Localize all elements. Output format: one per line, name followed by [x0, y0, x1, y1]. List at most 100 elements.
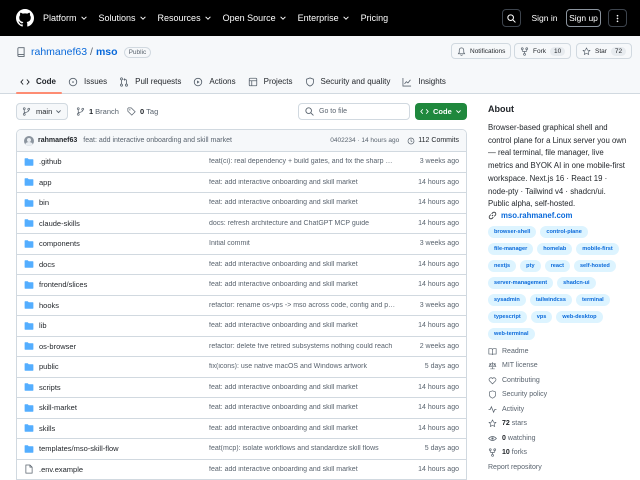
branch-selector[interactable]: main — [16, 103, 68, 120]
file-name[interactable]: public — [39, 362, 209, 371]
file-commit-message[interactable]: feat: add interactive onboarding and ski… — [209, 466, 404, 473]
fork-button[interactable]: Fork 10 — [514, 43, 572, 59]
homepage-link[interactable]: mso.rahmanef.com — [488, 211, 573, 220]
tab-issues[interactable]: Issues — [64, 71, 115, 92]
about-stat-item[interactable]: Readme — [488, 344, 628, 359]
file-commit-message[interactable]: feat: add interactive onboarding and ski… — [209, 384, 404, 391]
table-row[interactable]: lib feat: add interactive onboarding and … — [17, 316, 466, 337]
file-commit-message[interactable]: fix(icons): use native macOS and Windows… — [209, 363, 404, 370]
table-row[interactable]: skills feat: add interactive onboarding a… — [17, 419, 466, 439]
file-commit-message[interactable]: feat(mcp): isolate workflows and standar… — [209, 445, 404, 452]
about-stat-item[interactable]: MIT license — [488, 359, 628, 374]
table-row[interactable]: public fix(icons): use native macOS and W… — [17, 357, 466, 378]
table-row[interactable]: app feat: add interactive onboarding and … — [17, 173, 466, 193]
topic-tag[interactable]: mobile-first — [576, 243, 619, 255]
file-name[interactable]: .env.example — [39, 465, 209, 474]
file-commit-message[interactable]: feat: add interactive onboarding and ski… — [209, 261, 404, 268]
file-commit-message[interactable]: feat: add interactive onboarding and ski… — [209, 199, 404, 206]
go-to-file-input[interactable]: Go to file — [298, 103, 410, 120]
topic-tag[interactable]: control-plane — [540, 226, 588, 238]
file-name[interactable]: scripts — [39, 383, 209, 392]
topic-tag[interactable]: sysadmin — [488, 294, 526, 306]
table-row[interactable]: claude-skills docs: refresh architecture … — [17, 214, 466, 234]
about-stat-item[interactable]: 72 stars — [488, 417, 628, 432]
topic-tag[interactable]: vps — [530, 311, 553, 323]
notifications-button[interactable]: Notifications — [451, 43, 512, 59]
file-commit-message[interactable]: docs: refresh architecture and ChatGPT M… — [209, 220, 404, 227]
nav-open-source[interactable]: Open Source — [223, 13, 287, 23]
sign-up-button[interactable]: Sign up — [566, 9, 601, 27]
table-row[interactable]: frontend/slices feat: add interactive onb… — [17, 275, 466, 296]
file-name[interactable]: bin — [39, 198, 209, 207]
nav-enterprise[interactable]: Enterprise — [298, 13, 350, 23]
commit-message[interactable]: feat: add interactive onboarding and ski… — [83, 137, 232, 144]
about-stat-item[interactable]: Activity — [488, 402, 628, 417]
topic-tag[interactable]: shadcn-ui — [557, 277, 596, 289]
file-commit-message[interactable]: refactor: rename os-vps -> mso across co… — [209, 302, 404, 309]
repo-name-link[interactable]: mso — [96, 46, 118, 58]
topic-tag[interactable]: nextjs — [488, 260, 517, 272]
github-logo-icon[interactable] — [16, 9, 34, 27]
file-name[interactable]: hooks — [39, 301, 209, 310]
file-name[interactable]: os-browser — [39, 342, 209, 351]
about-stat-item[interactable]: Security policy — [488, 388, 628, 403]
file-commit-message[interactable]: feat: add interactive onboarding and ski… — [209, 281, 404, 288]
topic-tag[interactable]: server-management — [488, 277, 554, 289]
topic-tag[interactable]: homelab — [537, 243, 573, 255]
tab-insights[interactable]: Insights — [398, 71, 454, 92]
file-name[interactable]: skills — [39, 424, 209, 433]
topic-tag[interactable]: web-terminal — [488, 328, 535, 340]
file-commit-message[interactable]: refactor: delete five retired subsystems… — [209, 343, 404, 350]
about-stat-item[interactable]: Report repository — [488, 460, 628, 475]
menu-button[interactable] — [608, 9, 627, 27]
table-row[interactable]: .github feat(ci): real dependency + build… — [17, 152, 466, 173]
tab-code[interactable]: Code — [16, 71, 64, 94]
topic-tag[interactable]: react — [544, 260, 570, 272]
topic-tag[interactable]: pty — [520, 260, 541, 272]
tab-pull-requests[interactable]: Pull requests — [115, 71, 189, 92]
nav-resources[interactable]: Resources — [158, 13, 212, 23]
about-stat-item[interactable]: Contributing — [488, 373, 628, 388]
avatar[interactable] — [24, 135, 34, 146]
sign-in-link[interactable]: Sign in — [528, 9, 561, 27]
file-name[interactable]: skill-market — [39, 403, 209, 412]
repo-owner-link[interactable]: rahmanef63 — [31, 46, 87, 58]
search-button[interactable] — [502, 9, 521, 27]
commit-author[interactable]: rahmanef63 — [38, 137, 77, 144]
nav-solutions[interactable]: Solutions — [99, 13, 147, 23]
file-name[interactable]: templates/mso-skill-flow — [39, 444, 209, 453]
file-name[interactable]: .github — [39, 157, 209, 166]
file-name[interactable]: claude-skills — [39, 219, 209, 228]
table-row[interactable]: hooks refactor: rename os-vps -> mso acro… — [17, 296, 466, 316]
table-row[interactable]: components Initial commit 3 weeks ago — [17, 234, 466, 255]
table-row[interactable]: bin feat: add interactive onboarding and … — [17, 193, 466, 214]
topic-tag[interactable]: file-manager — [488, 243, 534, 255]
topic-tag[interactable]: tailwindcss — [529, 294, 572, 306]
topic-tag[interactable]: typescript — [488, 311, 527, 323]
file-commit-message[interactable]: feat: add interactive onboarding and ski… — [209, 179, 404, 186]
star-button[interactable]: Star 72 — [576, 43, 633, 59]
tab-actions[interactable]: Actions — [189, 71, 243, 92]
nav-platform[interactable]: Platform — [43, 13, 88, 23]
file-name[interactable]: lib — [39, 321, 209, 330]
file-commit-message[interactable]: Initial commit — [209, 240, 404, 247]
file-commit-message[interactable]: feat: add interactive onboarding and ski… — [209, 322, 404, 329]
topic-tag[interactable]: self-hosted — [573, 260, 616, 272]
about-stat-item[interactable]: 10 forks — [488, 446, 628, 461]
tab-projects[interactable]: Projects — [244, 71, 301, 92]
commits-link[interactable]: 112 Commits — [407, 137, 459, 145]
topic-tag[interactable]: web-desktop — [556, 311, 603, 323]
about-stat-item[interactable]: 0 watching — [488, 431, 628, 446]
table-row[interactable]: .env.example feat: add interactive onboar… — [17, 460, 466, 480]
branches-link[interactable]: 1 Branch — [76, 103, 119, 120]
file-name[interactable]: app — [39, 178, 209, 187]
file-commit-message[interactable]: feat: add interactive onboarding and ski… — [209, 425, 404, 432]
table-row[interactable]: os-browser refactor: delete five retired … — [17, 337, 466, 357]
topic-tag[interactable]: terminal — [575, 294, 610, 306]
tags-link[interactable]: 0 Tag — [127, 103, 158, 120]
table-row[interactable]: docs feat: add interactive onboarding and… — [17, 255, 466, 275]
file-name[interactable]: docs — [39, 260, 209, 269]
file-name[interactable]: components — [39, 239, 209, 248]
file-commit-message[interactable]: feat(ci): real dependency + build gates,… — [209, 158, 404, 165]
table-row[interactable]: templates/mso-skill-flow feat(mcp): isola… — [17, 439, 466, 460]
